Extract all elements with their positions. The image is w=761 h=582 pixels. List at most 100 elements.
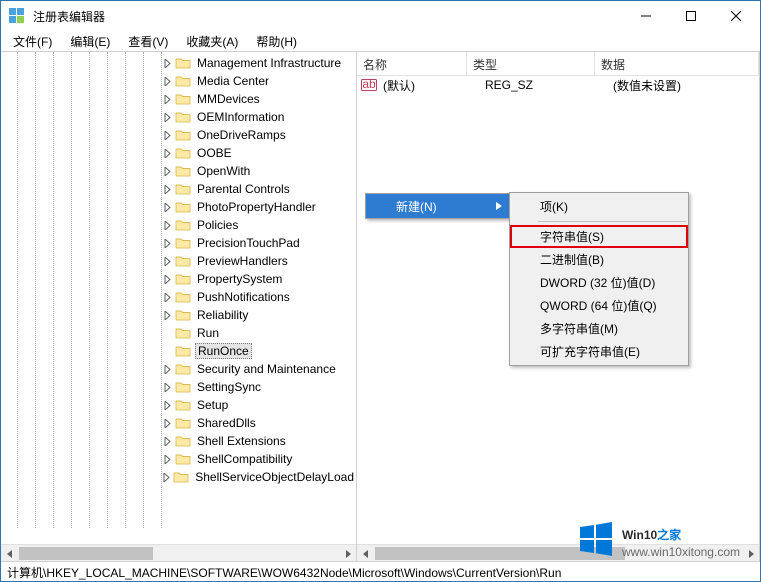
tree-node[interactable]: Reliability xyxy=(1,306,356,324)
tree-node[interactable]: MMDevices xyxy=(1,90,356,108)
column-data[interactable]: 数据 xyxy=(595,52,759,75)
context-menu-new-label: 新建(N) xyxy=(396,198,437,215)
expand-icon[interactable] xyxy=(162,292,173,303)
expand-icon[interactable] xyxy=(162,346,173,357)
tree-node[interactable]: OpenWith xyxy=(1,162,356,180)
expand-icon[interactable] xyxy=(162,76,173,87)
tree-node-label: Run xyxy=(195,326,221,340)
folder-icon xyxy=(175,218,191,232)
expand-icon[interactable] xyxy=(162,364,173,375)
menu-file[interactable]: 文件(F) xyxy=(5,31,60,51)
expand-icon[interactable] xyxy=(162,184,173,195)
folder-icon xyxy=(175,452,191,466)
expand-icon[interactable] xyxy=(162,148,173,159)
scroll-left-icon[interactable] xyxy=(357,545,374,562)
expand-icon[interactable] xyxy=(162,274,173,285)
close-button[interactable] xyxy=(713,1,758,30)
submenu-item[interactable]: 项(K) xyxy=(510,195,688,218)
maximize-button[interactable] xyxy=(668,1,713,30)
tree-node[interactable]: ShellServiceObjectDelayLoad xyxy=(1,468,356,486)
folder-icon xyxy=(175,74,191,88)
tree-node-label: PropertySystem xyxy=(195,272,284,286)
tree-node[interactable]: ShellCompatibility xyxy=(1,450,356,468)
scrollbar-thumb[interactable] xyxy=(19,547,153,560)
expand-icon[interactable] xyxy=(162,382,173,393)
expand-icon[interactable] xyxy=(162,220,173,231)
submenu-arrow-icon xyxy=(496,199,502,213)
tree-node[interactable]: Management Infrastructure xyxy=(1,54,356,72)
expand-icon[interactable] xyxy=(162,130,173,141)
tree-node[interactable]: SharedDlls xyxy=(1,414,356,432)
scroll-right-icon[interactable] xyxy=(339,545,356,562)
menu-view[interactable]: 查看(V) xyxy=(120,31,176,51)
tree-horizontal-scrollbar[interactable] xyxy=(1,544,356,561)
submenu-item[interactable]: 可扩充字符串值(E) xyxy=(510,340,688,363)
context-submenu: 项(K) 字符串值(S)二进制值(B)DWORD (32 位)值(D)QWORD … xyxy=(509,192,689,366)
submenu-item[interactable]: 多字符串值(M) xyxy=(510,317,688,340)
expand-icon[interactable] xyxy=(162,400,173,411)
submenu-item[interactable]: DWORD (32 位)值(D) xyxy=(510,271,688,294)
scrollbar-thumb[interactable] xyxy=(375,547,625,560)
expand-icon[interactable] xyxy=(162,436,173,447)
folder-icon xyxy=(175,128,191,142)
expand-icon[interactable] xyxy=(162,94,173,105)
tree-node[interactable]: RunOnce xyxy=(1,342,356,360)
tree-node[interactable]: Security and Maintenance xyxy=(1,360,356,378)
minimize-button[interactable] xyxy=(623,1,668,30)
regedit-icon xyxy=(9,8,25,24)
menubar: 文件(F) 编辑(E) 查看(V) 收藏夹(A) 帮助(H) xyxy=(1,31,760,51)
menu-fav[interactable]: 收藏夹(A) xyxy=(178,31,246,51)
tree-node[interactable]: PushNotifications xyxy=(1,288,356,306)
value-type: REG_SZ xyxy=(483,78,611,92)
expand-icon[interactable] xyxy=(162,238,173,249)
titlebar: 注册表编辑器 xyxy=(1,1,760,31)
tree-scroll[interactable]: Management Infrastructure Media CenterMMD… xyxy=(1,52,356,544)
folder-icon xyxy=(175,434,191,448)
folder-icon xyxy=(175,236,191,250)
tree-node[interactable]: PropertySystem xyxy=(1,270,356,288)
menu-help[interactable]: 帮助(H) xyxy=(248,31,305,51)
tree-node-label: PreviewHandlers xyxy=(195,254,290,268)
tree-node[interactable]: PrecisionTouchPad xyxy=(1,234,356,252)
expand-icon[interactable] xyxy=(162,328,173,339)
tree-node[interactable]: OneDriveRamps xyxy=(1,126,356,144)
tree-node[interactable]: SettingSync xyxy=(1,378,356,396)
menu-edit[interactable]: 编辑(E) xyxy=(62,31,118,51)
expand-icon[interactable] xyxy=(162,310,173,321)
tree-node[interactable]: OEMInformation xyxy=(1,108,356,126)
tree-node[interactable]: OOBE xyxy=(1,144,356,162)
tree-node[interactable]: PhotoPropertyHandler xyxy=(1,198,356,216)
folder-icon xyxy=(175,308,191,322)
submenu-item[interactable]: 二进制值(B) xyxy=(510,248,688,271)
column-type[interactable]: 类型 xyxy=(467,52,595,75)
column-name[interactable]: 名称 xyxy=(357,52,467,75)
tree-node[interactable]: Parental Controls xyxy=(1,180,356,198)
tree-node-label: Setup xyxy=(195,398,230,412)
tree-node[interactable]: Shell Extensions xyxy=(1,432,356,450)
context-menu-new[interactable]: 新建(N) xyxy=(366,194,510,218)
value-row[interactable]: ab(默认)REG_SZ(数值未设置) xyxy=(357,76,759,94)
expand-icon[interactable] xyxy=(162,256,173,267)
folder-icon xyxy=(175,110,191,124)
tree-node[interactable]: Media Center xyxy=(1,72,356,90)
folder-icon xyxy=(175,272,191,286)
expand-icon[interactable] xyxy=(162,202,173,213)
expand-icon[interactable] xyxy=(162,472,171,483)
scroll-left-icon[interactable] xyxy=(1,545,18,562)
submenu-item[interactable]: 字符串值(S) xyxy=(510,225,688,248)
tree-node[interactable]: Setup xyxy=(1,396,356,414)
submenu-item[interactable]: QWORD (64 位)值(Q) xyxy=(510,294,688,317)
expand-icon[interactable] xyxy=(162,112,173,123)
expand-icon[interactable] xyxy=(162,454,173,465)
expand-icon[interactable] xyxy=(162,58,173,69)
tree-node[interactable]: PreviewHandlers xyxy=(1,252,356,270)
expand-icon[interactable] xyxy=(162,166,173,177)
tree-node[interactable]: Policies xyxy=(1,216,356,234)
tree-node-label: Management Infrastructure xyxy=(195,56,343,70)
list-horizontal-scrollbar[interactable] xyxy=(357,544,759,561)
tree-node-label: ShellServiceObjectDelayLoad xyxy=(193,470,356,484)
expand-icon[interactable] xyxy=(162,418,173,429)
tree-node-label: Security and Maintenance xyxy=(195,362,338,376)
scroll-right-icon[interactable] xyxy=(742,545,759,562)
tree-node[interactable]: Run xyxy=(1,324,356,342)
